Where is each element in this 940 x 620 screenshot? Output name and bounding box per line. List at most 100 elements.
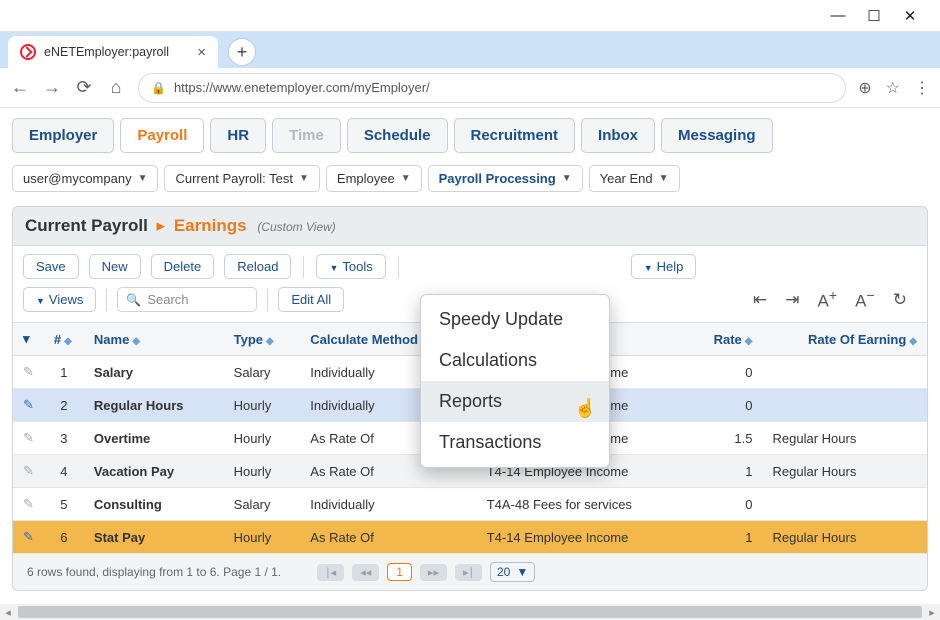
pager-first[interactable]: ∣◂ xyxy=(317,564,344,581)
menu-item-calculations[interactable]: Calculations xyxy=(421,340,609,381)
pager-next[interactable]: ▸▸ xyxy=(420,564,447,581)
edit-row-icon[interactable]: ✎ xyxy=(13,389,44,422)
search-input[interactable]: Search xyxy=(117,287,257,312)
cell-name: Consulting xyxy=(84,488,224,521)
scroll-right-icon[interactable]: ▸ xyxy=(924,606,940,619)
back-icon[interactable]: ← xyxy=(10,77,30,98)
help-dropdown[interactable]: ▼Help xyxy=(631,254,697,279)
edit-row-icon[interactable]: ✎ xyxy=(13,455,44,488)
filter-icon[interactable]: ▾ xyxy=(23,331,30,346)
cell-name: Regular Hours xyxy=(84,389,224,422)
breadcrumb-sub: Earnings xyxy=(174,216,247,235)
table-pager: 6 rows found, displaying from 1 to 6. Pa… xyxy=(13,554,927,590)
col-rate[interactable]: Rate◆ xyxy=(687,323,762,356)
cell-roe: Regular Hours xyxy=(763,455,928,488)
edit-row-icon[interactable]: ✎ xyxy=(13,521,44,554)
pager-prev[interactable]: ◂◂ xyxy=(352,564,379,581)
cell-num: 2 xyxy=(44,389,84,422)
forward-icon[interactable]: → xyxy=(42,77,62,98)
pager-size-select[interactable]: 20▼ xyxy=(490,562,535,582)
col-name[interactable]: Name◆ xyxy=(84,323,224,356)
table-row[interactable]: ✎5ConsultingSalaryIndividuallyT4A-48 Fee… xyxy=(13,488,927,521)
font-increase-icon[interactable]: A+ xyxy=(818,288,838,312)
cell-roe xyxy=(763,488,928,521)
cell-type: Salary xyxy=(224,488,301,521)
maximize-button[interactable]: ☐ xyxy=(856,2,892,30)
font-decrease-icon[interactable]: A− xyxy=(855,288,875,312)
user-dropdown[interactable]: user@mycompany▼ xyxy=(12,165,158,192)
indent-right-icon[interactable]: ⇥ xyxy=(785,290,799,310)
cell-num: 4 xyxy=(44,455,84,488)
site-favicon xyxy=(20,44,36,60)
close-window-button[interactable]: ✕ xyxy=(892,2,928,30)
toolbar-separator xyxy=(106,289,107,311)
minimize-button[interactable]: — xyxy=(820,2,856,30)
zoom-icon[interactable]: ⊕ xyxy=(858,78,871,98)
tab-payroll[interactable]: Payroll xyxy=(120,118,204,153)
scroll-left-icon[interactable]: ◂ xyxy=(0,606,16,619)
edit-row-icon[interactable]: ✎ xyxy=(13,488,44,521)
app-main-tabs: EmployerPayrollHRTimeScheduleRecruitment… xyxy=(12,118,928,153)
tab-schedule[interactable]: Schedule xyxy=(347,118,448,153)
menu-item-transactions[interactable]: Transactions xyxy=(421,422,609,463)
pager-status: 6 rows found, displaying from 1 to 6. Pa… xyxy=(27,565,281,579)
tab-inbox[interactable]: Inbox xyxy=(581,118,655,153)
horizontal-scrollbar[interactable]: ◂ ▸ xyxy=(0,604,940,620)
refresh-icon[interactable]: ↻ xyxy=(893,290,907,310)
panel-header: Current Payroll ▸ Earnings (Custom View) xyxy=(13,207,927,246)
toolbar-separator xyxy=(303,256,304,278)
pager-last[interactable]: ▸∣ xyxy=(455,564,482,581)
tab-recruitment[interactable]: Recruitment xyxy=(454,118,576,153)
employee-dropdown[interactable]: Employee▼ xyxy=(326,165,422,192)
close-tab-icon[interactable]: × xyxy=(197,44,206,61)
url-text: https://www.enetemployer.com/myEmployer/ xyxy=(174,80,430,95)
tab-time[interactable]: Time xyxy=(272,118,341,153)
browser-tab[interactable]: eNETEmployer:payroll × xyxy=(8,36,218,68)
tools-dropdown[interactable]: ▼Tools xyxy=(316,254,385,279)
new-button[interactable]: New xyxy=(89,254,141,279)
cell-rate: 0 xyxy=(687,356,762,389)
menu-kebab-icon[interactable]: ⋮ xyxy=(914,78,930,98)
menu-item-speedy-update[interactable]: Speedy Update xyxy=(421,299,609,340)
payroll-processing-dropdown[interactable]: Payroll Processing▼ xyxy=(428,165,583,192)
menu-item-reports[interactable]: Reports xyxy=(421,381,609,422)
cell-roe: Regular Hours xyxy=(763,422,928,455)
scrollbar-thumb[interactable] xyxy=(18,606,922,618)
edit-row-icon[interactable]: ✎ xyxy=(13,356,44,389)
tab-messaging[interactable]: Messaging xyxy=(661,118,773,153)
filter-dropdown-row: user@mycompany▼ Current Payroll: Test▼ E… xyxy=(12,165,928,192)
reload-icon[interactable]: ⟳ xyxy=(74,77,94,98)
tab-title: eNETEmployer:payroll xyxy=(44,45,169,59)
col-type[interactable]: Type◆ xyxy=(224,323,301,356)
col-rate-of-earning[interactable]: Rate Of Earning◆ xyxy=(763,323,928,356)
indent-left-icon[interactable]: ⇤ xyxy=(753,290,767,310)
views-dropdown[interactable]: ▼Views xyxy=(23,287,96,312)
pager-current-page[interactable]: 1 xyxy=(387,563,412,581)
home-icon[interactable]: ⌂ xyxy=(106,77,126,98)
year-end-dropdown[interactable]: Year End▼ xyxy=(589,165,680,192)
new-tab-button[interactable]: + xyxy=(228,38,256,66)
cell-roe xyxy=(763,389,928,422)
panel-toolbar: Save New Delete Reload ▼Tools ▼Help xyxy=(13,246,927,287)
tab-employer[interactable]: Employer xyxy=(12,118,114,153)
cell-num: 1 xyxy=(44,356,84,389)
edit-row-icon[interactable]: ✎ xyxy=(13,422,44,455)
bookmark-icon[interactable]: ☆ xyxy=(886,78,900,98)
cell-name: Vacation Pay xyxy=(84,455,224,488)
url-input[interactable]: 🔒 https://www.enetemployer.com/myEmploye… xyxy=(138,73,846,103)
browser-address-bar: ← → ⟳ ⌂ 🔒 https://www.enetemployer.com/m… xyxy=(0,68,940,108)
toolbar-separator xyxy=(267,289,268,311)
cell-name: Overtime xyxy=(84,422,224,455)
cell-name: Salary xyxy=(84,356,224,389)
tab-hr[interactable]: HR xyxy=(210,118,266,153)
cell-calc: As Rate Of xyxy=(300,521,476,554)
current-payroll-dropdown[interactable]: Current Payroll: Test▼ xyxy=(164,165,319,192)
reload-button[interactable]: Reload xyxy=(224,254,291,279)
table-row[interactable]: ✎6Stat PayHourlyAs Rate OfT4-14 Employee… xyxy=(13,521,927,554)
cell-num: 5 xyxy=(44,488,84,521)
lock-icon: 🔒 xyxy=(151,81,166,95)
delete-button[interactable]: Delete xyxy=(151,254,215,279)
edit-all-button[interactable]: Edit All xyxy=(278,287,344,312)
save-button[interactable]: Save xyxy=(23,254,79,279)
col-#[interactable]: #◆ xyxy=(44,323,84,356)
